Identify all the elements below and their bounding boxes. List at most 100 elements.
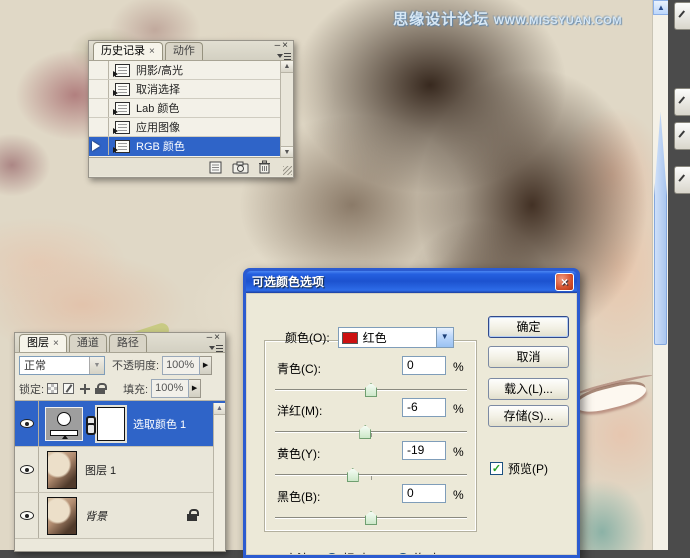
black-slider[interactable] [275,511,467,525]
mask-link-icon[interactable] [85,415,96,435]
close-icon: × [560,275,568,289]
dialog-close-button[interactable]: × [555,273,574,291]
history-state-label: RGB 颜色 [136,141,185,153]
method-absolute-option[interactable]: 绝对(A) [397,550,453,554]
layer-name[interactable]: 背景 [85,508,107,524]
history-state-row[interactable]: 应用图像 [89,118,282,137]
flyout-menu-icon [284,53,291,60]
method-relative-option[interactable]: 相对(R) [326,550,383,554]
current-state-pointer-icon[interactable] [92,141,105,151]
canvas-vertical-scrollbar[interactable]: ▲ [652,0,669,550]
scroll-up-icon[interactable]: ▲ [281,61,293,73]
load-button[interactable]: 载入(L)... [488,378,569,400]
magenta-slider-thumb[interactable] [359,425,372,439]
chevron-down-icon[interactable]: ▼ [435,328,453,347]
adjustment-layer-thumbnail[interactable] [45,406,83,441]
history-source-well[interactable] [89,80,109,98]
new-snapshot-camera-button[interactable] [232,161,249,174]
panel-window-controls: –× [207,332,222,343]
layer-thumbnail[interactable] [47,450,77,489]
toolbox-tool-button-4[interactable] [674,166,690,194]
cyan-slider-thumb[interactable] [365,383,377,397]
tab-channels[interactable]: 通道 [68,334,107,352]
preview-checkbox-row[interactable]: ✓ 预览(P) [490,460,548,477]
history-state-row-selected[interactable]: RGB 颜色 [89,137,282,156]
tab-layers[interactable]: 图层 × [19,334,67,352]
radio-icon[interactable] [397,552,410,554]
panel-resize-grip[interactable] [283,166,292,175]
cyan-slider[interactable] [275,383,467,397]
visibility-toggle[interactable] [15,401,39,446]
tab-actions[interactable]: 动作 [164,42,203,60]
lock-position-icon[interactable] [79,383,91,394]
chevron-down-icon[interactable]: ▼ [89,356,104,374]
color-label: 颜色(O): [285,331,330,345]
arrow-right-icon[interactable]: ▶ [200,355,213,375]
visibility-toggle[interactable] [15,447,39,492]
toolbox-tool-button-1[interactable] [674,2,690,30]
black-value-input[interactable]: 0 [402,484,446,503]
delete-trash-button[interactable] [258,160,271,174]
yellow-value-input[interactable]: -19 [402,441,446,460]
yellow-slider[interactable] [275,468,467,482]
history-state-row[interactable]: 阴影/高光 [89,61,282,80]
scroll-up-icon[interactable]: ▲ [214,403,225,415]
close-icon[interactable]: × [214,332,222,343]
save-button[interactable]: 存储(S)... [488,405,569,427]
watermark-site-url: WWW.MISSYUAN.COM [493,15,622,27]
tab-close-icon[interactable]: × [149,46,155,57]
scrollbar-thumb[interactable] [654,112,667,345]
panel-menu-button[interactable] [209,344,223,354]
selective-color-dialog: 可选颜色选项 × 颜色(O): 红色 ▼ 青色(C): 0 % 洋红(M): -… [243,268,580,558]
black-label: 黑色(B): [277,490,321,504]
yellow-slider-thumb[interactable] [346,468,359,482]
watermark: 思缘设计论坛 WWW.MISSYUAN.COM [393,8,622,29]
scroll-up-icon[interactable]: ▲ [653,0,669,15]
arrow-right-icon[interactable]: ▶ [189,379,202,398]
toolbox-tool-button-3[interactable] [674,122,690,150]
magenta-value-input[interactable]: -6 [402,398,446,417]
magenta-slider[interactable] [275,425,467,439]
layer-name[interactable]: 选取颜色 1 [133,416,186,432]
history-source-well[interactable] [89,99,109,117]
scroll-down-icon[interactable]: ▼ [281,146,293,157]
close-icon[interactable]: × [282,40,290,51]
lock-transparency-icon[interactable] [47,383,59,394]
layer-row-selected[interactable]: 选取颜色 1 [15,401,225,447]
radio-selected-icon[interactable] [326,552,339,554]
visibility-toggle[interactable] [15,493,39,538]
layers-scrollbar[interactable]: ▲ [213,403,225,551]
opacity-value[interactable]: 100% [162,355,201,375]
history-state-row[interactable]: 取消选择 [89,80,282,99]
lock-paint-icon[interactable] [63,383,75,394]
new-document-from-state-button[interactable] [208,161,223,174]
layer-row[interactable]: 图层 1 [15,447,225,493]
ok-button[interactable]: 确定 [488,316,569,338]
history-scrollbar[interactable]: ▲ ▼ [280,61,293,157]
layer-name[interactable]: 图层 1 [85,462,116,478]
history-state-icon [113,120,130,134]
black-slider-thumb[interactable] [365,511,377,525]
panel-window-controls: –× [275,40,290,51]
dialog-titlebar[interactable]: 可选颜色选项 × [246,271,577,293]
tab-paths[interactable]: 路径 [108,334,147,352]
cancel-button[interactable]: 取消 [488,346,569,368]
opacity-field[interactable]: 100% ▶ [162,355,213,375]
fill-field[interactable]: 100% ▶ [151,379,202,398]
history-state-row[interactable]: Lab 颜色 [89,99,282,118]
layer-thumbnail[interactable] [47,496,77,535]
tab-history[interactable]: 历史记录 × [93,42,163,60]
layer-mask-thumbnail[interactable] [97,406,125,441]
blend-mode-select[interactable]: 正常 ▼ [19,355,105,375]
history-source-well[interactable] [89,137,109,155]
color-select[interactable]: 红色 ▼ [337,327,454,348]
cyan-value-input[interactable]: 0 [402,356,446,375]
toolbox-tool-button-2[interactable] [674,88,690,116]
tab-close-icon[interactable]: × [53,338,59,349]
fill-value[interactable]: 100% [151,379,190,398]
lock-all-icon[interactable] [95,383,108,394]
background-layer-row[interactable]: 背景 [15,493,225,539]
history-source-well[interactable] [89,118,109,136]
checkbox-checked-icon[interactable]: ✓ [490,462,503,475]
history-source-well[interactable] [89,61,109,79]
